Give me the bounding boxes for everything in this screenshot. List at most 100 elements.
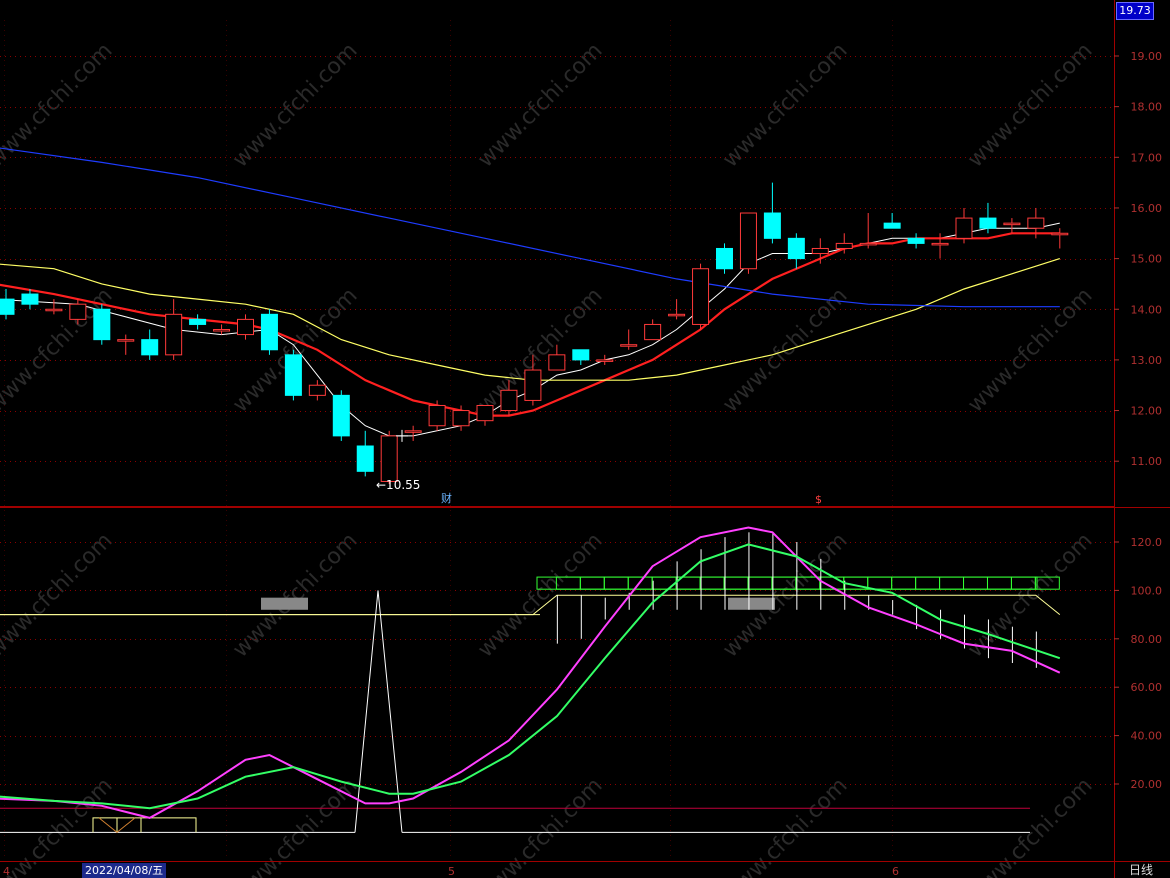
candle-body <box>787 237 805 260</box>
candle[interactable] <box>1003 218 1021 234</box>
candle[interactable] <box>716 243 733 274</box>
candle-body <box>716 247 733 270</box>
signal-box <box>915 576 941 590</box>
candle[interactable] <box>93 304 111 345</box>
candle-body <box>380 435 398 482</box>
candle[interactable] <box>476 404 494 426</box>
ma60-line <box>0 147 1060 308</box>
candle-body <box>165 313 183 356</box>
signal-block <box>728 597 775 610</box>
candle-body <box>668 313 686 317</box>
watermark-text: www.cfchi.com <box>473 38 607 172</box>
candle[interactable] <box>45 299 63 315</box>
signal-box <box>723 576 749 590</box>
indicator-tick-label: 40.00 <box>1131 730 1163 743</box>
candle[interactable] <box>572 349 590 365</box>
candle-body <box>907 237 925 244</box>
signal-box <box>651 576 677 590</box>
candle[interactable] <box>859 213 877 249</box>
price-tick-label: 12.00 <box>1131 405 1163 418</box>
cursor-date-badge: 2022/04/08/五 <box>82 863 167 878</box>
candle-body <box>955 217 973 239</box>
candle[interactable] <box>0 288 15 320</box>
candle[interactable] <box>213 324 231 335</box>
candle[interactable] <box>117 334 135 355</box>
cursor-date: 2022/04/08/五 <box>85 864 164 877</box>
candle-body <box>141 339 159 356</box>
candle[interactable] <box>739 212 757 274</box>
candle-body <box>1003 222 1021 226</box>
candle-body <box>620 344 638 347</box>
watermark-text: www.cfchi.com <box>718 773 852 878</box>
candle[interactable] <box>907 233 925 249</box>
candle-body <box>1051 232 1069 236</box>
candle-body <box>692 268 710 325</box>
candle[interactable] <box>763 182 781 244</box>
watermark-text: www.cfchi.com <box>228 38 362 172</box>
candle-body <box>596 359 614 362</box>
candle[interactable] <box>284 349 302 401</box>
candle[interactable] <box>1051 228 1069 249</box>
candle[interactable] <box>979 202 997 234</box>
signal-box <box>867 576 893 590</box>
candle[interactable] <box>260 309 278 355</box>
candle[interactable] <box>955 207 973 244</box>
watermark-text: www.cfchi.com <box>228 528 362 662</box>
dividend-marker[interactable]: $ <box>815 493 822 506</box>
candle-body <box>284 354 302 396</box>
watermark-text: www.cfchi.com <box>473 773 607 878</box>
indicator-tick-label: 20.00 <box>1131 778 1163 791</box>
candle-body <box>404 430 422 433</box>
candle[interactable] <box>141 329 159 360</box>
finance-marker[interactable]: 财 <box>441 491 452 505</box>
candle-body <box>117 339 135 342</box>
candle-body <box>500 389 518 412</box>
signal-box <box>939 576 965 590</box>
candle-body <box>189 318 207 325</box>
d-line <box>0 543 1061 810</box>
signal-box <box>699 576 725 590</box>
candle-body <box>644 323 662 341</box>
candle[interactable] <box>404 425 422 441</box>
candle[interactable] <box>189 314 207 330</box>
candle-body <box>260 313 278 351</box>
candle-body <box>548 354 566 371</box>
last-price-badge: 19.73 <box>1116 2 1154 20</box>
watermark-text: www.cfchi.com <box>963 38 1097 172</box>
period-selector[interactable]: 日线 <box>1116 862 1166 878</box>
candle[interactable] <box>596 354 614 365</box>
candle[interactable] <box>692 263 710 330</box>
watermark-text: www.cfchi.com <box>0 38 118 172</box>
candle-body <box>859 242 877 246</box>
candle-body <box>21 293 39 305</box>
candle[interactable] <box>380 430 398 484</box>
candle-body <box>572 349 590 361</box>
stock-chart[interactable]: www.cfchi.com www.cfchi.com www.cfchi.com w… <box>0 0 1170 878</box>
price-tick-label: 13.00 <box>1131 354 1163 367</box>
candlestick-series[interactable] <box>0 182 1069 484</box>
candle[interactable] <box>308 380 326 401</box>
candle-body <box>524 369 542 401</box>
price-tick-label: 18.00 <box>1131 101 1163 114</box>
y-axis-labels: 19.00 18.00 17.00 16.00 15.00 14.00 13.00 12.00… <box>1114 50 1162 791</box>
grid-lines <box>0 20 1114 860</box>
price-tick-label: 19.00 <box>1131 50 1163 63</box>
candle[interactable] <box>644 319 662 341</box>
candle-body <box>476 404 494 422</box>
candle[interactable] <box>332 390 350 441</box>
low-price-label: ←10.55 <box>376 478 420 492</box>
candle[interactable] <box>883 213 901 229</box>
candle-body <box>93 308 111 341</box>
watermark-text: www.cfchi.com <box>228 773 362 878</box>
x-tick-month-6: 6 <box>892 865 899 878</box>
candle[interactable] <box>356 430 374 477</box>
price-tick-label: 14.00 <box>1131 303 1163 316</box>
candle[interactable] <box>787 233 805 269</box>
candle-body <box>739 212 757 270</box>
candle[interactable] <box>165 299 183 360</box>
candle-body <box>308 384 326 396</box>
candle[interactable] <box>237 314 254 340</box>
candle[interactable] <box>620 329 638 350</box>
indicator-tick-label: 80.00 <box>1131 633 1163 646</box>
indicator-panel[interactable] <box>0 429 1061 834</box>
